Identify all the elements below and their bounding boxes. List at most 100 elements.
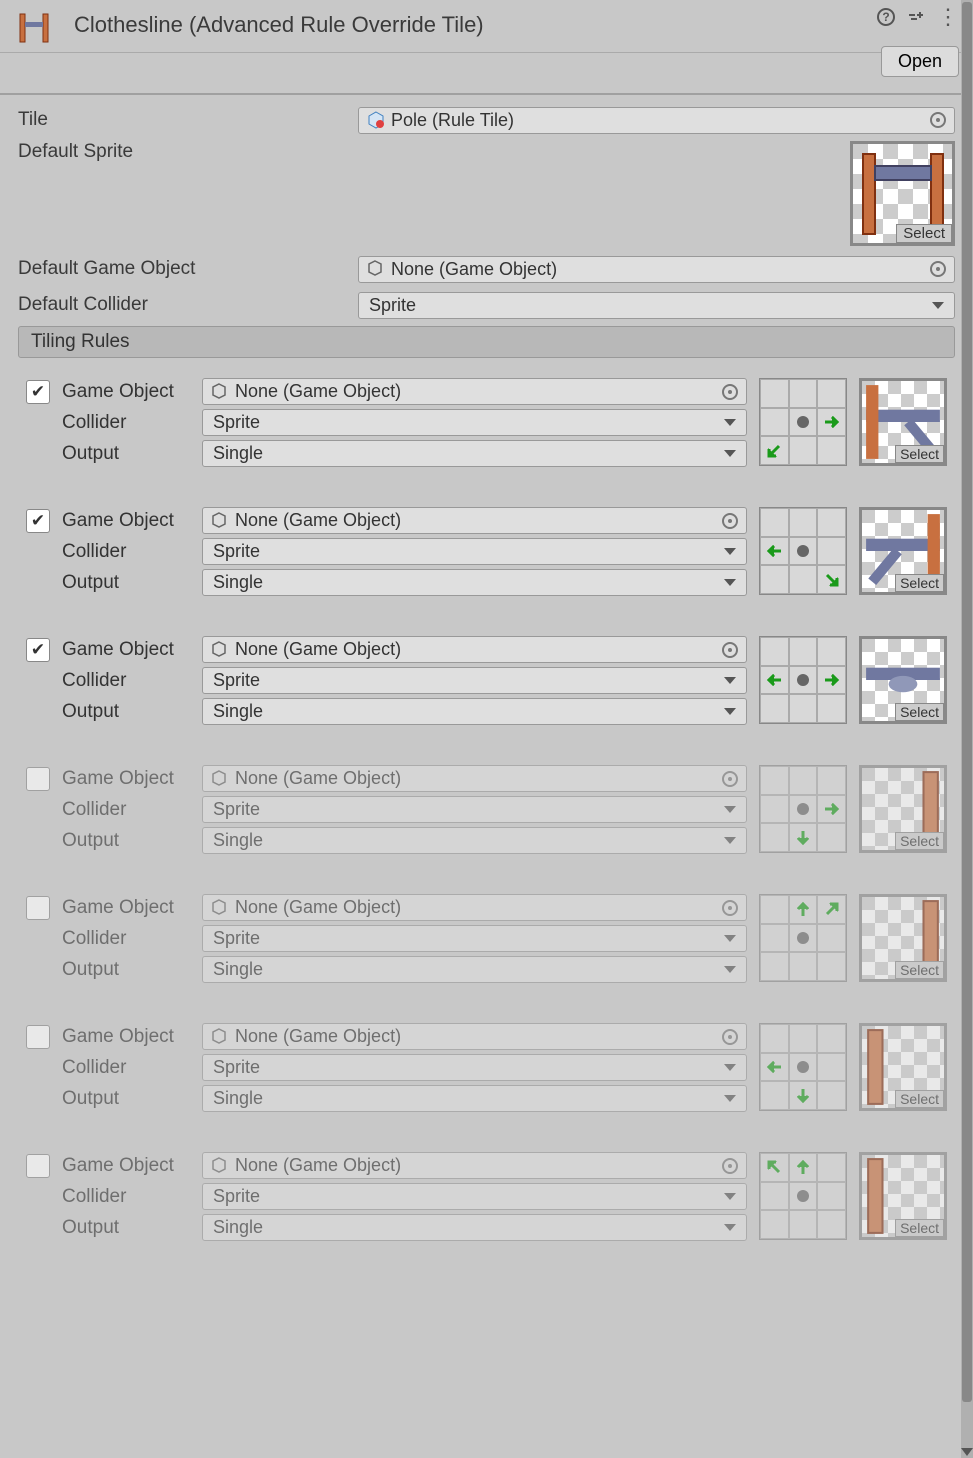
rule-grid-cell[interactable] [760,1210,789,1239]
rule-grid-cell[interactable] [817,1153,846,1182]
game-object-field[interactable]: None (Game Object) [202,636,747,663]
menu-icon[interactable]: ⋮ [937,11,959,23]
rule-grid-cell[interactable] [817,795,846,824]
select-button[interactable]: Select [895,1090,944,1108]
rule-grid-cell[interactable] [817,766,846,795]
rule-preview[interactable]: Select [859,1152,947,1240]
rule-grid-cell[interactable] [760,666,789,695]
rule-grid-cell[interactable] [760,895,789,924]
rule-grid-cell[interactable] [760,1182,789,1211]
rule-preview[interactable]: Select [859,507,947,595]
output-dropdown[interactable]: Single [202,956,747,983]
rule-preview[interactable]: Select [859,1023,947,1111]
rule-grid-cell[interactable] [817,952,846,981]
tile-field[interactable]: Pole (Rule Tile) [358,107,955,134]
rule-grid[interactable] [759,507,847,595]
rule-grid-cell[interactable] [760,795,789,824]
rule-grid-cell[interactable] [760,379,789,408]
rule-grid-cell[interactable] [789,795,818,824]
rule-preview[interactable]: Select [859,894,947,982]
collider-dropdown[interactable]: Sprite [202,667,747,694]
rule-grid-cell[interactable] [789,924,818,953]
rule-grid-cell[interactable] [789,694,818,723]
rule-grid-cell[interactable] [789,1210,818,1239]
rule-grid-cell[interactable] [817,436,846,465]
rule-grid-cell[interactable] [760,823,789,852]
rule-grid[interactable] [759,636,847,724]
output-dropdown[interactable]: Single [202,698,747,725]
rule-grid-cell[interactable] [789,1153,818,1182]
rule-grid-cell[interactable] [789,508,818,537]
rule-grid-cell[interactable] [789,1081,818,1110]
rule-grid-cell[interactable] [817,408,846,437]
rule-checkbox[interactable]: ✔ [26,509,50,533]
rule-grid-cell[interactable] [817,924,846,953]
rule-grid-cell[interactable] [760,766,789,795]
default-game-object-field[interactable]: None (Game Object) [358,256,955,283]
select-button[interactable]: Select [895,832,944,850]
rule-grid-cell[interactable] [789,537,818,566]
game-object-field[interactable]: None (Game Object) [202,765,747,792]
rule-grid-cell[interactable] [760,1024,789,1053]
select-button[interactable]: Select [896,224,952,243]
rule-grid-cell[interactable] [789,952,818,981]
rule-checkbox[interactable] [26,1025,50,1049]
rule-grid-cell[interactable] [760,924,789,953]
rule-grid-cell[interactable] [817,1210,846,1239]
default-collider-dropdown[interactable]: Sprite [358,292,955,319]
object-picker-icon[interactable] [722,771,738,787]
rule-grid-cell[interactable] [817,1182,846,1211]
game-object-field[interactable]: None (Game Object) [202,507,747,534]
collider-dropdown[interactable]: Sprite [202,796,747,823]
object-picker-icon[interactable] [722,384,738,400]
object-picker-icon[interactable] [722,1158,738,1174]
output-dropdown[interactable]: Single [202,569,747,596]
object-picker-icon[interactable] [722,513,738,529]
rule-grid-cell[interactable] [817,537,846,566]
rule-grid-cell[interactable] [789,1024,818,1053]
select-button[interactable]: Select [895,703,944,721]
rule-grid-cell[interactable] [789,436,818,465]
rule-grid-cell[interactable] [760,637,789,666]
output-dropdown[interactable]: Single [202,1214,747,1241]
game-object-field[interactable]: None (Game Object) [202,1152,747,1179]
output-dropdown[interactable]: Single [202,440,747,467]
object-picker-icon[interactable] [722,642,738,658]
collider-dropdown[interactable]: Sprite [202,538,747,565]
rule-grid-cell[interactable] [760,537,789,566]
rule-grid-cell[interactable] [817,1053,846,1082]
object-picker-icon[interactable] [722,900,738,916]
rule-grid-cell[interactable] [817,379,846,408]
rule-grid-cell[interactable] [760,1053,789,1082]
rule-grid-cell[interactable] [760,694,789,723]
rule-grid-cell[interactable] [817,1081,846,1110]
select-button[interactable]: Select [895,961,944,979]
rule-grid-cell[interactable] [817,508,846,537]
object-picker-icon[interactable] [722,1029,738,1045]
rule-checkbox[interactable]: ✔ [26,380,50,404]
object-picker-icon[interactable] [930,112,946,128]
collider-dropdown[interactable]: Sprite [202,1054,747,1081]
select-button[interactable]: Select [895,1219,944,1237]
rule-grid-cell[interactable] [760,1153,789,1182]
scrollbar-thumb[interactable] [962,2,972,1402]
collider-dropdown[interactable]: Sprite [202,409,747,436]
rule-preview[interactable]: Select [859,636,947,724]
rule-checkbox[interactable] [26,1154,50,1178]
rule-grid-cell[interactable] [789,823,818,852]
rule-grid-cell[interactable] [760,565,789,594]
rule-grid-cell[interactable] [760,1081,789,1110]
rule-checkbox[interactable] [26,767,50,791]
rule-grid-cell[interactable] [789,666,818,695]
rule-grid-cell[interactable] [760,952,789,981]
select-button[interactable]: Select [895,445,944,463]
rule-grid[interactable] [759,894,847,982]
output-dropdown[interactable]: Single [202,827,747,854]
rule-preview[interactable]: Select [859,378,947,466]
rule-grid-cell[interactable] [789,379,818,408]
rule-grid-cell[interactable] [789,408,818,437]
game-object-field[interactable]: None (Game Object) [202,378,747,405]
rule-grid-cell[interactable] [760,436,789,465]
select-button[interactable]: Select [895,574,944,592]
preset-icon[interactable] [907,8,925,26]
